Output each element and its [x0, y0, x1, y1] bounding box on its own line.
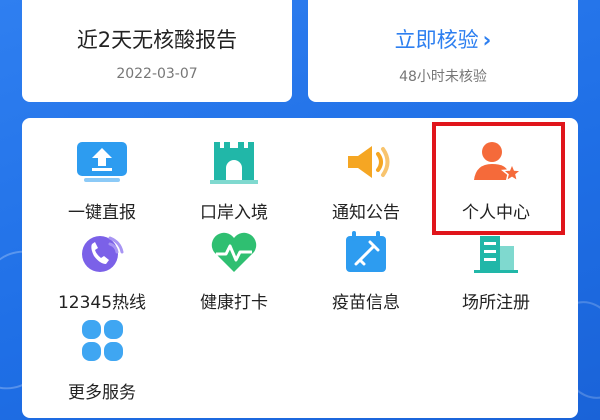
service-vaccine-info[interactable]: 疫苗信息 [306, 228, 426, 318]
verify-now-link[interactable]: 立即核验 › [308, 24, 578, 54]
chevron-right-icon: › [482, 28, 492, 52]
service-label: 场所注册 [462, 293, 530, 313]
verify-card[interactable]: 立即核验 › 48小时未核验 [308, 0, 578, 102]
nucleic-report-status: 近2天无核酸报告 [76, 28, 238, 52]
service-label: 一键直报 [68, 203, 136, 223]
service-label: 12345热线 [57, 293, 147, 313]
service-quick-report[interactable]: 一键直报 [42, 138, 162, 228]
service-more[interactable]: 更多服务 [42, 318, 162, 408]
personal-center-highlight-box [432, 122, 565, 235]
heart-pulse-icon [211, 232, 257, 272]
service-label: 更多服务 [68, 383, 136, 403]
verify-now-label: 立即核验 [394, 28, 479, 52]
service-health-checkin[interactable]: 健康打卡 [174, 228, 294, 318]
service-label: 通知公告 [332, 203, 400, 223]
report-date: 2022-03-07 [116, 66, 198, 82]
service-venue-registration[interactable]: 场所注册 [436, 228, 556, 318]
upload-icon [77, 142, 127, 182]
nucleic-report-card[interactable]: 近2天无核酸报告 2022-03-07 [22, 0, 292, 102]
port-gate-icon [210, 142, 258, 184]
speaker-icon [348, 146, 390, 178]
building-icon [474, 236, 518, 273]
service-label: 疫苗信息 [332, 293, 400, 313]
grid-more-icon [82, 320, 123, 361]
service-hotline[interactable]: 12345热线 [42, 228, 162, 318]
phone-icon [82, 236, 124, 272]
service-label: 口岸入境 [200, 203, 268, 223]
verify-status: 48小时未核验 [399, 69, 487, 85]
service-notices[interactable]: 通知公告 [306, 138, 426, 228]
service-label: 健康打卡 [200, 293, 268, 313]
service-port-entry[interactable]: 口岸入境 [174, 138, 294, 228]
vaccine-icon [346, 231, 386, 272]
